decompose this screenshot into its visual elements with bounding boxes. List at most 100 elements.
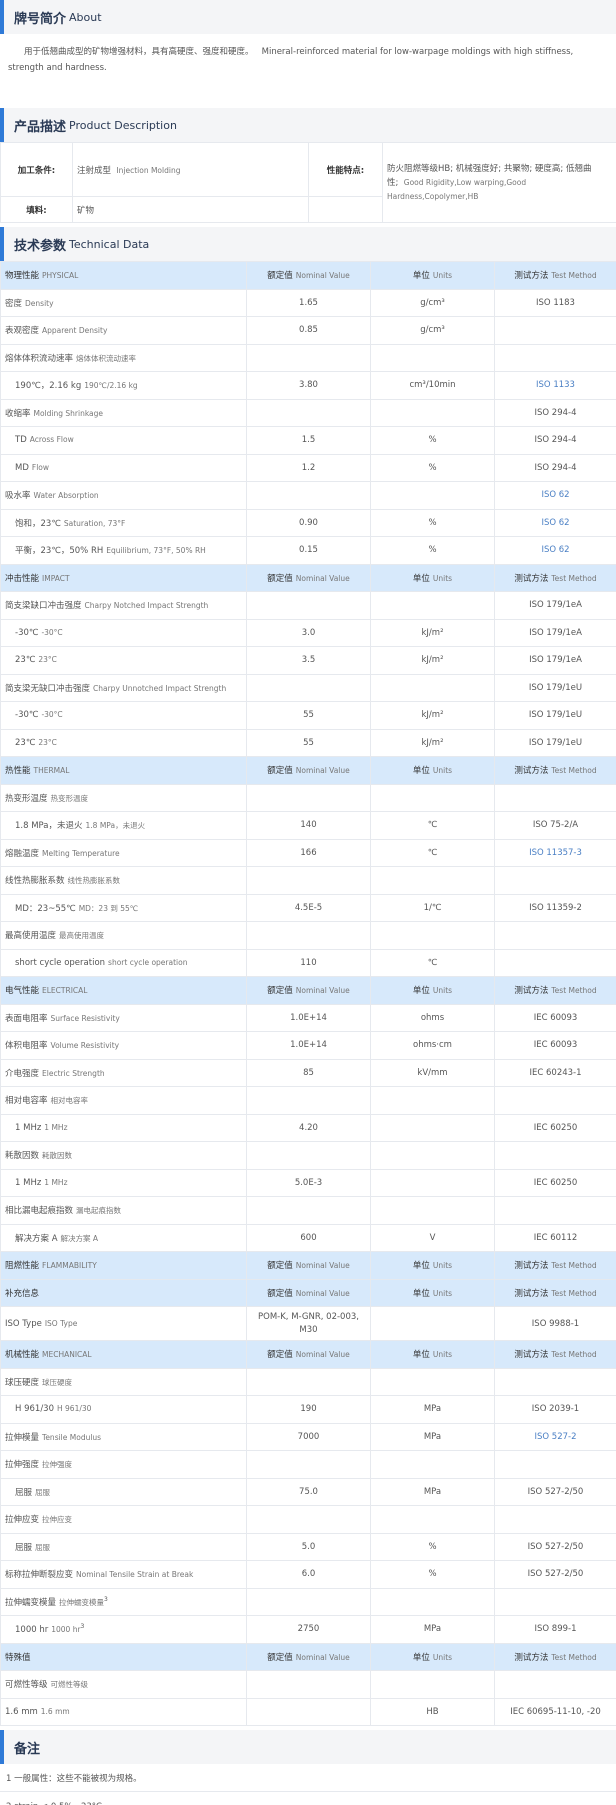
test-method: IEC 60250 [494,1168,616,1197]
property-name-en: Equilibrium, 73°F, 50% RH [106,546,206,556]
unit: ohms·cm [370,1031,495,1060]
property-name: -30℃ -30°C [0,618,247,647]
units-header: 单位 Units [370,1278,495,1307]
property-name: 拉伸应变 拉伸应变 [0,1505,247,1534]
unit: MPa [370,1395,495,1424]
property-name-en: Molding Shrinkage [33,408,104,418]
property-name: ISO Type ISO Type [0,1306,247,1341]
property-name-zh: 表观密度 [5,326,40,337]
test-method: ISO 11359-2 [494,893,616,922]
property-name: 拉伸模量 Tensile Modulus [0,1422,247,1451]
test-method [494,1367,616,1396]
nominal-value [246,673,371,702]
property-name: short cycle operation short cycle operati… [0,948,247,977]
property-name-en: Apparent Density [42,326,108,336]
unit [370,1168,495,1197]
tech-group-header: 物理性能 PHYSICAL 额定值 Nominal Value 单位 Units 测试方法 T… [0,261,616,290]
property-name: 1 MHz 1 MHz [0,1168,247,1197]
property-name-en: Surface Resistivity [50,1013,120,1023]
tech-group-header: 阻燃性能 FLAMMABILITY 额定值 Nominal Value 单位 Units 测… [0,1251,616,1280]
nominal-value [246,921,371,950]
unit: g/cm³ [370,316,495,345]
test-method: ISO 294-4 [494,426,616,455]
property-name-en: Nominal Tensile Strain at Break [76,1570,194,1580]
test-method: ISO 179/1eA [494,618,616,647]
tech-row: 简支梁无缺口冲击强度 Charpy Unnotched Impact Streng… [0,673,616,702]
test-method[interactable]: ISO 62 [494,481,616,510]
property-name: 相比漏电起痕指数 漏电起痕指数 [0,1196,247,1225]
property-name-zh: -30℃ [15,627,39,638]
note-item: 2 strain < 0.5%，23°C [0,1792,616,1805]
property-name: 190℃，2.16 kg 190℃/2.16 kg [0,371,247,400]
tech-row: 1000 hr 1000 hr3 2750 MPa ISO 899-1 [0,1615,616,1644]
unit: HB [370,1697,495,1726]
tech-group-header: 热性能 THERMAL 额定值 Nominal Value 单位 Units 测试方法 Tes… [0,756,616,785]
property-name: 热性能 THERMAL [0,756,247,785]
test-method-header: 测试方法 Test Method [494,1642,616,1671]
property-name: 熔体体积流动速率 熔体体积流动速率 [0,343,247,372]
property-name: 收缩率 Molding Shrinkage [0,398,247,427]
property-name: 特殊值 [0,1642,247,1671]
property-name: 屈服 屈服 [0,1532,247,1561]
about-description: 用于低翘曲成型的矿物增强材料，具有高硬度、强度和硬度。 Mineral-rein… [0,34,616,90]
nominal-value-header: 额定值 Nominal Value [246,1278,371,1307]
test-method: ISO 294-4 [494,398,616,427]
tech-row: 收缩率 Molding Shrinkage ISO 294-4 [0,398,616,427]
unit [370,673,495,702]
property-name-zh: 190℃，2.16 kg [15,381,82,392]
test-method-header: 测试方法 Test Method [494,1278,616,1307]
unit: ℃ [370,948,495,977]
property-name: 可燃性等级 可燃性等级 [0,1670,247,1699]
tech-group-header: 补充信息 额定值 Nominal Value 单位 Units 测试方法 Test Meth… [0,1278,616,1307]
property-name-zh: H 961/30 [15,1404,54,1415]
property-name-en: -30°C [41,627,63,637]
unit [370,1141,495,1170]
nominal-value-header: 额定值 Nominal Value [246,563,371,592]
property-name: 物理性能 PHYSICAL [0,261,247,290]
test-method[interactable]: ISO 62 [494,536,616,565]
property-name-zh: 收缩率 [5,408,31,419]
nominal-value: 55 [246,728,371,757]
property-name-en: 屈服 [35,1487,51,1497]
property-name-zh: 屈服 [15,1487,33,1498]
property-name-zh: 拉伸应变 [5,1515,40,1526]
test-method [494,1670,616,1699]
unit [370,1367,495,1396]
tech-row: 熔体体积流动速率 熔体体积流动速率 [0,343,616,372]
nominal-value: 5.0 [246,1532,371,1561]
unit: % [370,426,495,455]
unit: % [370,1560,495,1589]
tech-row: 屈服 屈服 5.0% ISO 527-2/50 [0,1532,616,1561]
property-name: 热变形温度 热变形温度 [0,783,247,812]
test-method: ISO 527-2/50 [494,1477,616,1506]
test-method[interactable]: ISO 62 [494,508,616,537]
property-name-zh: short cycle operation [15,957,106,968]
property-name-en: MECHANICAL [42,1350,92,1360]
property-name-en: Saturation, 73°F [63,518,126,528]
test-method: ISO 179/1eU [494,673,616,702]
tech-row: 屈服 屈服 75.0 MPa ISO 527-2/50 [0,1477,616,1506]
nominal-value [246,1196,371,1225]
unit: ℃ [370,811,495,840]
property-name: H 961/30 H 961/30 [0,1395,247,1424]
test-method[interactable]: ISO 1133 [494,371,616,400]
property-name-zh: 热变形温度 [5,793,48,804]
property-name-zh: 补充信息 [5,1288,40,1299]
test-method[interactable]: ISO 527-2 [494,1422,616,1451]
property-name-en: THERMAL [33,766,70,776]
nominal-value [246,1086,371,1115]
units-header: 单位 Units [370,1251,495,1280]
property-name-zh: 相对电容率 [5,1096,48,1107]
property-name: TD Across Flow [0,426,247,455]
property-name-en: 1.8 MPa，未退火 [85,821,146,831]
tech-row: MD Flow 1.2% ISO 294-4 [0,453,616,482]
test-method [494,1086,616,1115]
about-title-zh: 牌号简介 [14,11,67,27]
test-method [494,1141,616,1170]
property-name-en: 耗散因数 [42,1151,73,1161]
notes-section-header: 备注 [0,1730,616,1764]
tech-row: MD：23~55℃ MD：23 到 55℃ 4.5E-5 1/℃ ISO 11359-2 [0,893,616,922]
property-name-en: IMPACT [42,573,70,583]
test-method[interactable]: ISO 11357-3 [494,838,616,867]
tech-row: -30℃ -30°C 3.0 kJ/m² ISO 179/1eA [0,618,616,647]
